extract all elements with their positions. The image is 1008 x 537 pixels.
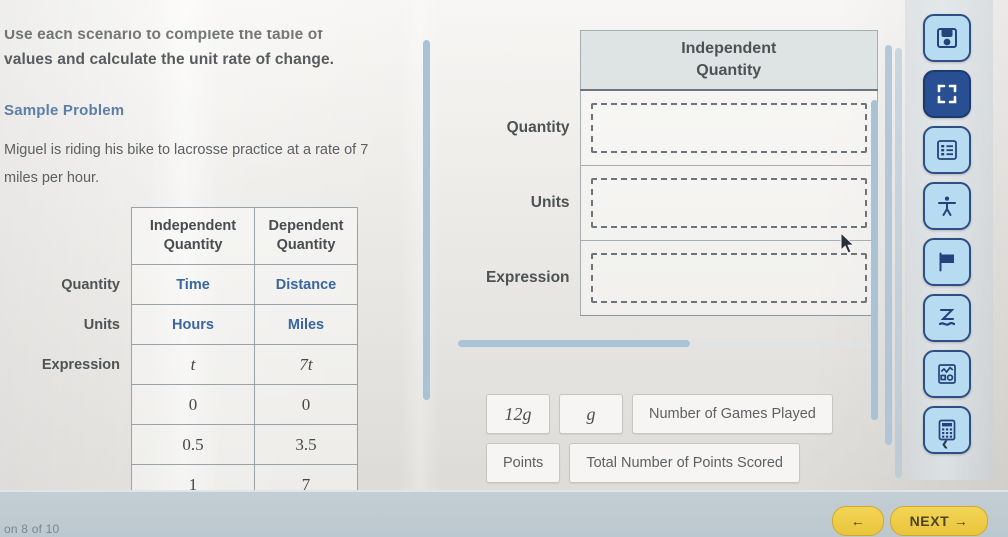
- instruction-text: Use each scenario to complete the table …: [4, 30, 400, 72]
- table-header-row: Independent Quantity Dependent Quantity: [20, 207, 358, 265]
- instruction-line-1: Use each scenario to complete the table …: [4, 30, 323, 43]
- cell-dependent-expression: 7t: [254, 344, 358, 385]
- cell-independent-value-1: 0: [131, 384, 255, 425]
- row-label-blank-2: [20, 425, 132, 465]
- tile-12g[interactable]: 12g: [486, 394, 550, 434]
- fullscreen-button[interactable]: [923, 70, 971, 118]
- flag-button[interactable]: [923, 238, 971, 286]
- mouse-cursor: [840, 232, 855, 254]
- answer-cell-expression[interactable]: [579, 240, 878, 316]
- collapse-toolbar-button[interactable]: ‹: [933, 432, 957, 456]
- answer-col-header-line1: Independent: [681, 40, 777, 57]
- graph-tool-button[interactable]: [923, 350, 971, 398]
- table-row: 1 7: [20, 464, 358, 493]
- highlighter-icon: [935, 306, 959, 330]
- page-scrollbar[interactable]: [885, 45, 892, 445]
- tool-sidebar: ‹: [905, 0, 993, 480]
- row-label-blank-3: [20, 465, 132, 493]
- sample-table-wrapper: Independent Quantity Dependent Quantity …: [20, 207, 360, 492]
- left-pane-scrollbar[interactable]: [423, 40, 430, 400]
- list-icon: [935, 138, 959, 162]
- col-header-independent-line2: Quantity: [163, 237, 223, 253]
- reference-list-button[interactable]: [923, 126, 971, 174]
- tile-g[interactable]: g: [559, 394, 623, 434]
- cell-independent-quantity: Time: [131, 264, 255, 305]
- save-button[interactable]: [923, 14, 971, 62]
- col-header-independent-line1: Independent: [149, 218, 237, 234]
- cell-dependent-value-2: 3.5: [254, 424, 358, 465]
- answer-table-wrapper: Independent Quantity Quantity Units Expr…: [458, 30, 878, 316]
- answer-cell-quantity[interactable]: [579, 90, 878, 166]
- row-label-quantity: Quantity: [61, 276, 120, 293]
- sample-problem-heading: Sample Problem: [4, 102, 125, 119]
- outer-scrollbar[interactable]: [895, 48, 902, 478]
- table-row: Units Hours Miles: [20, 304, 358, 345]
- answer-table-horizontal-scrollbar[interactable]: [458, 340, 690, 347]
- answer-row-label-empty: [458, 31, 580, 91]
- answer-panel-scrollbar[interactable]: [871, 100, 878, 420]
- cell-dependent-units: Miles: [254, 304, 358, 345]
- accessibility-button[interactable]: [923, 182, 971, 230]
- graph-icon: [935, 362, 959, 386]
- cell-independent-value-2: 0.5: [131, 424, 255, 465]
- cell-independent-value-3: 1: [131, 464, 255, 492]
- answer-table-header-row: Independent Quantity: [458, 30, 878, 91]
- table-row: Expression t 7t: [20, 344, 358, 385]
- left-content-pane: Use each scenario to complete the table …: [0, 30, 415, 492]
- highlighter-button[interactable]: [923, 294, 971, 342]
- answer-table-row: Quantity: [458, 90, 878, 166]
- tile-row-2: Points Total Number of Points Scored: [486, 443, 866, 483]
- sample-values-table: Independent Quantity Dependent Quantity …: [20, 207, 358, 492]
- screenshot-root: Use each scenario to complete the table …: [0, 0, 1008, 537]
- cell-independent-units: Hours: [131, 304, 255, 345]
- tile-total-number-of-points-scored[interactable]: Total Number of Points Scored: [569, 443, 800, 483]
- table-row: 0 0: [20, 384, 358, 425]
- col-header-dependent: Dependent Quantity: [254, 207, 358, 265]
- scenario-text: Miguel is riding his bike to lacrosse pr…: [4, 142, 369, 186]
- row-label-blank-1: [20, 385, 132, 425]
- answer-row-label-expression: Expression: [485, 269, 570, 286]
- answer-col-header-independent: Independent Quantity: [579, 30, 878, 91]
- col-header-dependent-line1: Dependent: [268, 218, 344, 234]
- cell-dependent-value-1: 0: [254, 384, 358, 425]
- back-button[interactable]: ←: [832, 506, 884, 536]
- answer-panel: Independent Quantity Quantity Units Expr…: [450, 22, 890, 492]
- answer-row-label-units: Units: [530, 194, 570, 211]
- row-label-expression: Expression: [41, 356, 120, 373]
- flag-icon: [935, 250, 959, 274]
- dropzone-units[interactable]: [590, 178, 867, 228]
- answer-cell-units[interactable]: [579, 165, 878, 241]
- cell-dependent-quantity: Distance: [254, 264, 358, 305]
- fullscreen-icon: [935, 82, 959, 106]
- question-counter: on 8 of 10: [4, 522, 60, 536]
- answer-tile-bank: 12g g Number of Games Played Points Tota…: [486, 394, 866, 492]
- dropzone-expression[interactable]: [590, 253, 867, 303]
- next-button[interactable]: NEXT →: [890, 506, 988, 536]
- cell-independent-expression: t: [131, 344, 255, 385]
- col-header-independent: Independent Quantity: [131, 207, 255, 265]
- answer-table-row: Expression: [458, 240, 878, 316]
- tile-row-1: 12g g Number of Games Played: [486, 394, 866, 434]
- answer-row-label-quantity: Quantity: [506, 118, 570, 136]
- table-row: 0.5 3.5: [20, 424, 358, 465]
- row-label-units: Units: [83, 316, 120, 333]
- tile-number-of-games-played[interactable]: Number of Games Played: [632, 394, 833, 434]
- answer-table-row: Units: [458, 165, 878, 241]
- dropzone-quantity[interactable]: [590, 103, 867, 153]
- cell-dependent-value-3: 7: [254, 464, 358, 492]
- answer-col-header-line2: Quantity: [696, 62, 762, 79]
- col-header-dependent-line2: Quantity: [276, 237, 336, 253]
- instruction-line-2: values and calculate the unit rate of ch…: [4, 51, 335, 68]
- footer-bar: on 8 of 10 ← NEXT →: [0, 490, 1008, 537]
- table-row: Quantity Time Distance: [20, 264, 358, 305]
- answer-table: Independent Quantity Quantity Units Expr…: [458, 30, 878, 316]
- accessibility-icon: [935, 194, 959, 218]
- row-label-empty: [20, 208, 132, 265]
- save-icon: [935, 26, 959, 50]
- tile-points[interactable]: Points: [486, 443, 561, 483]
